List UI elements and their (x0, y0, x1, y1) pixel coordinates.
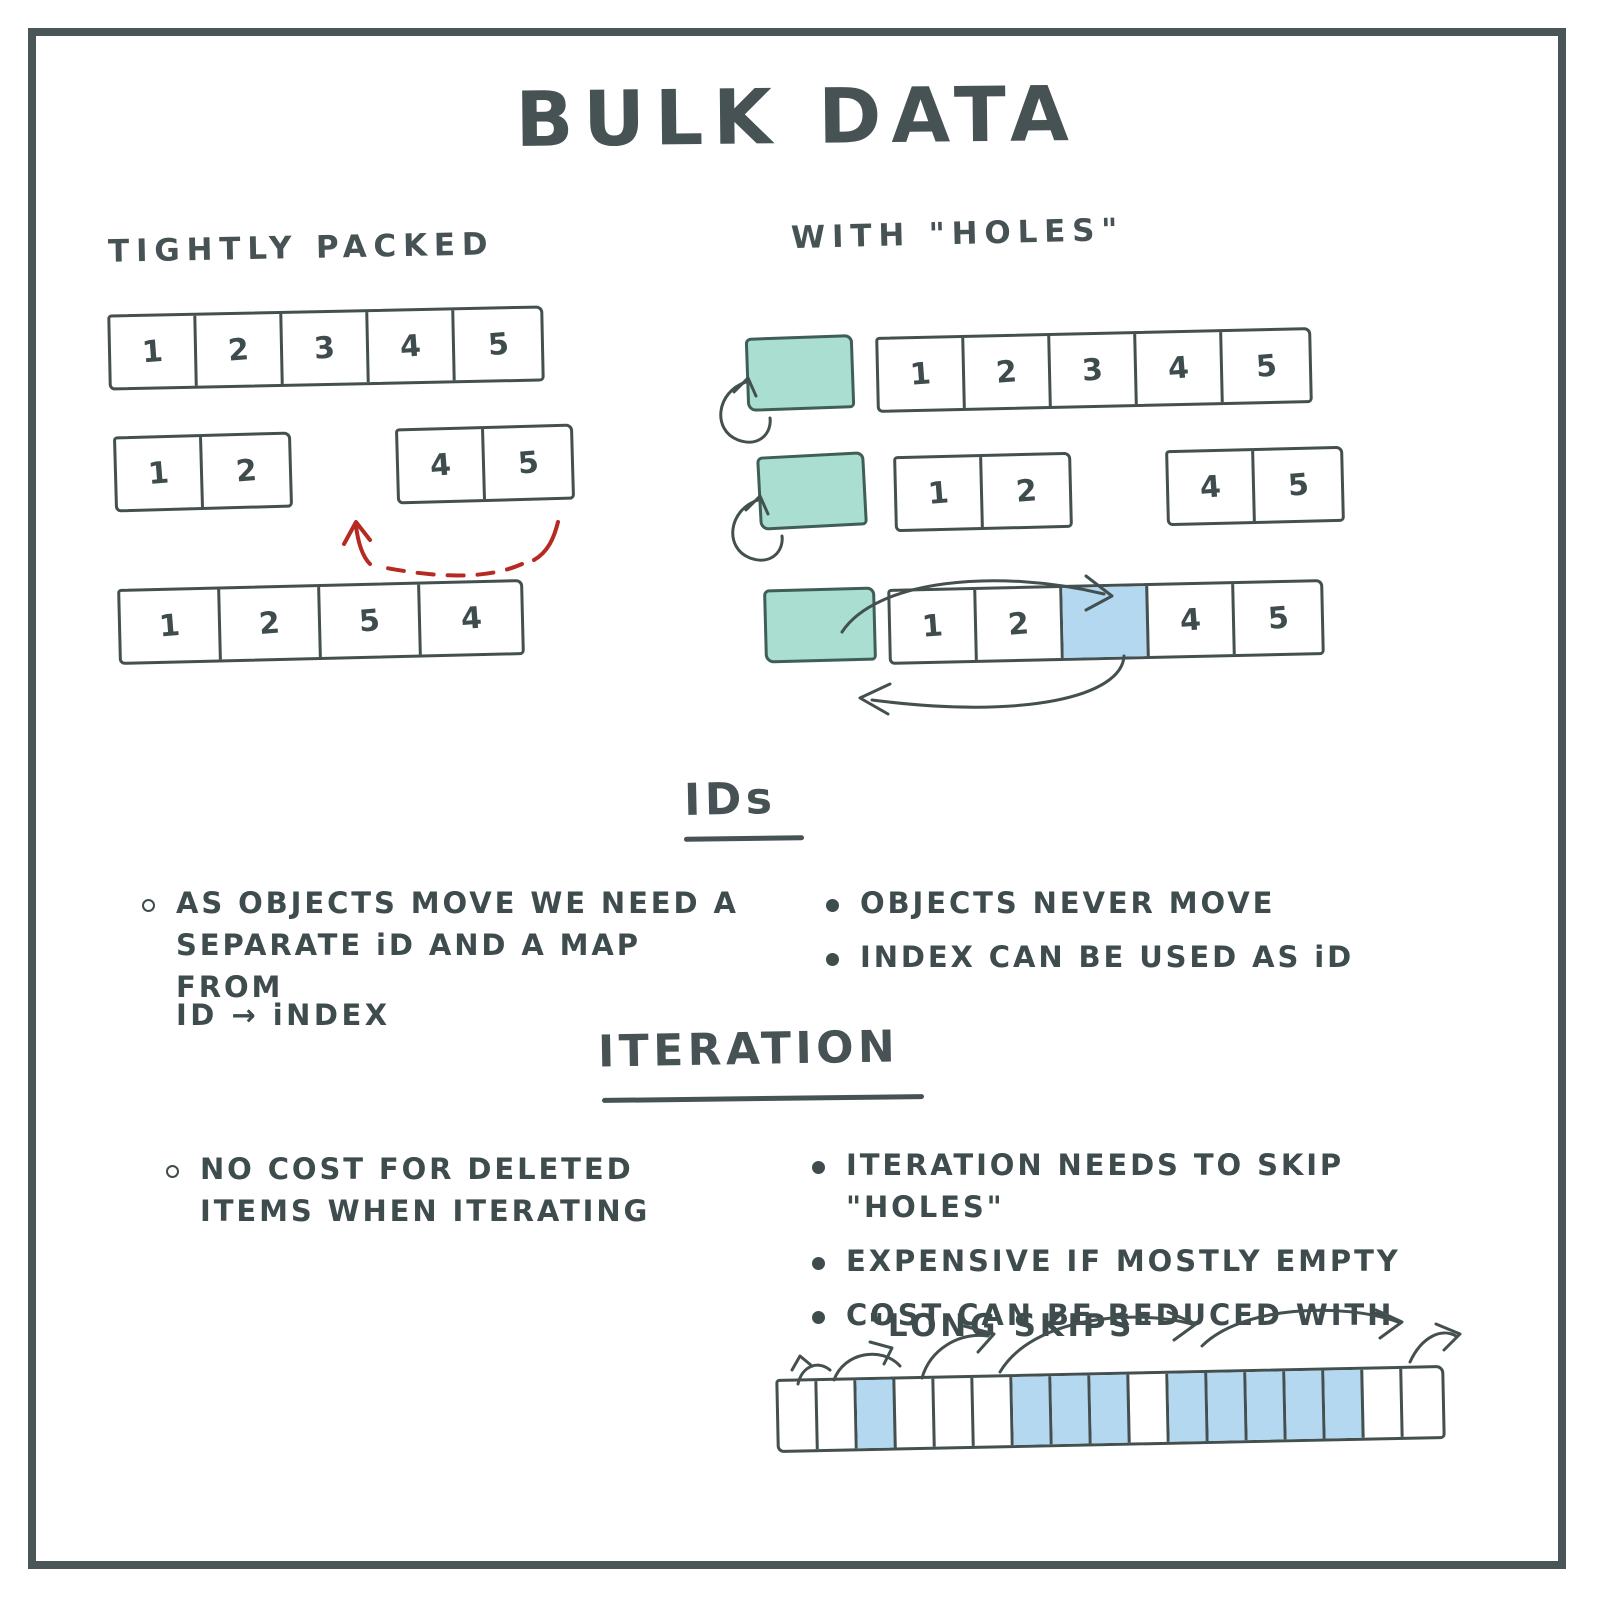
bullet-item: ITERATION NEEDS TO SKIP "HOLES" (804, 1144, 1484, 1228)
strip-cell-hole (1051, 1375, 1092, 1445)
strip-cell (973, 1377, 1014, 1446)
array-cell: 5 (1266, 599, 1290, 637)
section-heading-iteration: ITERATION (597, 1021, 900, 1078)
packed-row-3: 1 2 5 4 (117, 579, 525, 665)
strip-cell-hole (856, 1379, 897, 1449)
bullet-item: OBJECTS NEVER MOVE (818, 882, 1418, 924)
page-title: BULK DATA (514, 69, 1079, 164)
array-cell: 5 (486, 326, 510, 363)
array-cell: 5 (1254, 347, 1278, 385)
strip-cell (895, 1378, 936, 1448)
holes-row-2-left: 1 2 (893, 451, 1073, 533)
array-cell: 3 (1050, 334, 1138, 406)
array-cell: 5 (1286, 466, 1310, 504)
array-cell: 1 (120, 589, 222, 662)
iteration-left-bullets: NO COST FOR DELETED ITEMS WHEN ITERATING (158, 1148, 678, 1244)
array-cell: 4 (459, 600, 483, 637)
array-cell: 4 (1168, 451, 1256, 524)
long-skips-label: "LONG SKIPS" (868, 1308, 1156, 1344)
strip-cell-hole (1207, 1372, 1248, 1441)
bullet-item: INDEX CAN BE USED AS iD (818, 936, 1418, 978)
column-header-tightly-packed: TIGHTLY PACKED (107, 226, 495, 270)
strip-cell-hole (1012, 1376, 1053, 1446)
section-heading-ids: IDs (683, 773, 777, 826)
array-cell: 1 (896, 457, 984, 530)
bullet-item: NO COST FOR DELETED ITEMS WHEN ITERATING (158, 1148, 678, 1232)
array-cell: 4 (1148, 584, 1236, 657)
ids-right-bullets: OBJECTS NEVER MOVE INDEX CAN BE USED AS … (818, 882, 1418, 990)
packed-row-2-right: 4 5 (394, 423, 576, 505)
strip-cell-hole (1246, 1371, 1287, 1441)
array-cell: 5 (516, 444, 540, 482)
array-cell: 4 (368, 310, 456, 383)
strip-cell-hole (1168, 1372, 1209, 1442)
free-list-head-cell (744, 334, 856, 412)
bullet-item: AS OBJECTS MOVE WE NEED A SEPARATE iD AN… (134, 882, 754, 1008)
array-cell: 1 (110, 315, 198, 388)
array-cell: 5 (320, 584, 422, 657)
strip-cell (1129, 1373, 1170, 1443)
array-cell: 2 (220, 587, 322, 660)
array-cell: 1 (890, 589, 978, 662)
ids-left-map-line: ID → iNDEX (176, 998, 391, 1032)
array-cell: 1 (116, 437, 204, 510)
array-cell: 2 (976, 587, 1064, 660)
array-cell: 3 (282, 312, 370, 384)
strip-cell (778, 1381, 819, 1450)
strip-cell-hole (1324, 1369, 1365, 1439)
array-cell: 2 (1014, 472, 1038, 510)
holes-row-3: 1 2 4 5 (887, 579, 1325, 665)
free-list-head-cell (763, 586, 877, 664)
array-cell: 4 (1136, 332, 1224, 405)
strip-cell (934, 1377, 975, 1447)
array-cell: 2 (234, 452, 258, 490)
strip-cell (1402, 1368, 1442, 1437)
long-skips-strip-row (775, 1365, 1446, 1453)
column-header-with-holes: WITH "HOLES" (790, 211, 1125, 257)
whiteboard-frame: BULK DATA TIGHTLY PACKED WITH "HOLES" 1 … (28, 28, 1566, 1569)
array-hole-cell (1062, 586, 1150, 658)
strip-cell-hole (1285, 1370, 1326, 1440)
strip-cell (1363, 1368, 1404, 1438)
array-cell: 4 (398, 429, 486, 502)
strip-cell-hole (1090, 1374, 1131, 1444)
holes-row-2-right: 4 5 (1165, 445, 1345, 527)
array-cell: 2 (196, 313, 284, 386)
strip-cell (817, 1380, 858, 1450)
array-cell: 1 (878, 337, 966, 410)
iteration-heading-underline (601, 1094, 925, 1103)
packed-row-1: 1 2 3 4 5 (107, 305, 545, 391)
bullet-item: EXPENSIVE IF MOSTLY EMPTY (804, 1240, 1484, 1282)
holes-row-1: 1 2 3 4 5 (875, 327, 1313, 413)
free-list-head-cell (756, 451, 868, 531)
packed-row-2-left: 1 2 (112, 431, 294, 513)
ids-heading-underline (683, 835, 805, 842)
move-arrow-red (342, 520, 560, 578)
array-cell: 2 (964, 335, 1052, 408)
